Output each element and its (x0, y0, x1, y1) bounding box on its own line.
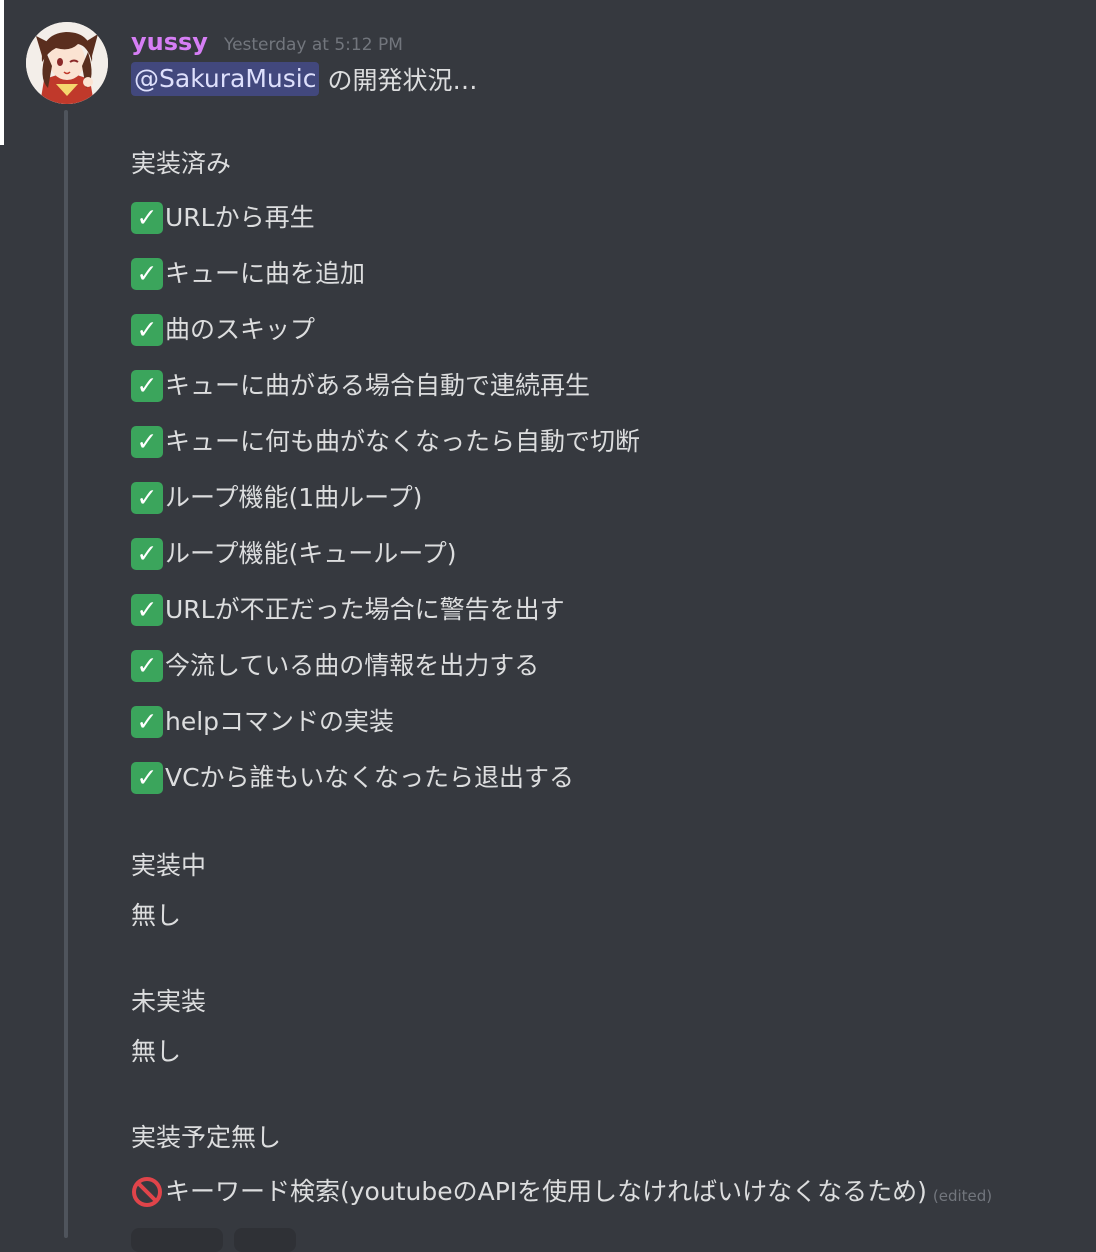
check-icon: ✓ (131, 482, 163, 514)
user-mention[interactable]: @SakuraMusic (131, 62, 320, 96)
intro-text: の開発状況… (327, 66, 478, 95)
list-item-text: URLが不正だった場合に警告を出す (165, 595, 565, 624)
heading-text: 実装中 (131, 851, 207, 880)
list-item: ✓ ループ機能(1曲ループ) (131, 478, 422, 518)
section-heading-in-progress: 実装中 (131, 846, 206, 886)
list-item-text: 今流している曲の情報を出力する (165, 651, 540, 680)
no-entry-sign-icon (132, 1177, 162, 1207)
check-icon: ✓ (131, 202, 163, 234)
list-item-text: キーワード検索(youtubeのAPIを使用しなければいけなくなるため) (165, 1177, 927, 1206)
list-item-text: キューに曲を追加 (165, 259, 366, 288)
message-first-line: @SakuraMusic の開発状況… (131, 60, 478, 98)
section-heading-not-implemented: 未実装 (131, 982, 206, 1022)
list-item: ✓ 曲のスキップ (131, 310, 315, 350)
check-icon: ✓ (131, 258, 163, 290)
reaction-button[interactable] (234, 1228, 296, 1252)
check-icon: ✓ (131, 650, 163, 682)
list-item-text: helpコマンドの実装 (165, 707, 395, 736)
avatar[interactable] (26, 22, 108, 104)
check-icon: ✓ (131, 370, 163, 402)
list-item: ✓ URLから再生 (131, 198, 315, 238)
section-heading-no-plan: 実装予定無し (131, 1118, 281, 1158)
section-value-in-progress: 無し (131, 896, 181, 936)
value-text: 無し (131, 1037, 182, 1066)
username[interactable]: yussy (131, 28, 208, 56)
list-item-text: URLから再生 (165, 203, 315, 232)
list-item: ✓ キューに曲を追加 (131, 254, 365, 294)
check-icon: ✓ (131, 762, 163, 794)
list-item-text: キューに曲がある場合自動で連続再生 (165, 371, 591, 400)
section-heading-implemented: 実装済み (131, 144, 231, 184)
list-item: ✓ ループ機能(キューループ) (131, 534, 457, 574)
thread-line (64, 110, 68, 1238)
list-item-text: ループ機能(キューループ) (165, 539, 457, 568)
list-item: ✓ 今流している曲の情報を出力する (131, 646, 539, 686)
check-icon: ✓ (131, 594, 163, 626)
heading-text: 実装済み (131, 149, 232, 178)
list-item: ✓ helpコマンドの実装 (131, 702, 394, 742)
message-header: yussy Yesterday at 5:12 PM (131, 28, 403, 60)
heading-text: 実装予定無し (131, 1123, 282, 1152)
list-item-text: 曲のスキップ (165, 315, 316, 344)
check-icon: ✓ (131, 426, 163, 458)
list-item-text: ループ機能(1曲ループ) (165, 483, 423, 512)
section-value-not-implemented: 無し (131, 1032, 181, 1072)
window-edge (0, 0, 4, 145)
avatar-image (26, 22, 108, 104)
list-item-text: VCから誰もいなくなったら退出する (165, 763, 575, 792)
list-item: ✓ VCから誰もいなくなったら退出する (131, 758, 574, 798)
reaction-button[interactable] (131, 1228, 223, 1252)
check-icon: ✓ (131, 314, 163, 346)
list-item: キーワード検索(youtubeのAPIを使用しなければいけなくなるため) (ed… (131, 1172, 992, 1212)
edited-indicator[interactable]: (edited) (933, 1176, 992, 1216)
list-item: ✓ キューに曲がある場合自動で連続再生 (131, 366, 590, 406)
timestamp[interactable]: Yesterday at 5:12 PM (224, 35, 403, 55)
list-item: ✓ キューに何も曲がなくなったら自動で切断 (131, 422, 640, 462)
check-icon: ✓ (131, 706, 163, 738)
check-icon: ✓ (131, 538, 163, 570)
list-item: ✓ URLが不正だった場合に警告を出す (131, 590, 565, 630)
value-text: 無し (131, 901, 182, 930)
list-item-text: キューに何も曲がなくなったら自動で切断 (165, 427, 641, 456)
heading-text: 未実装 (131, 987, 207, 1016)
